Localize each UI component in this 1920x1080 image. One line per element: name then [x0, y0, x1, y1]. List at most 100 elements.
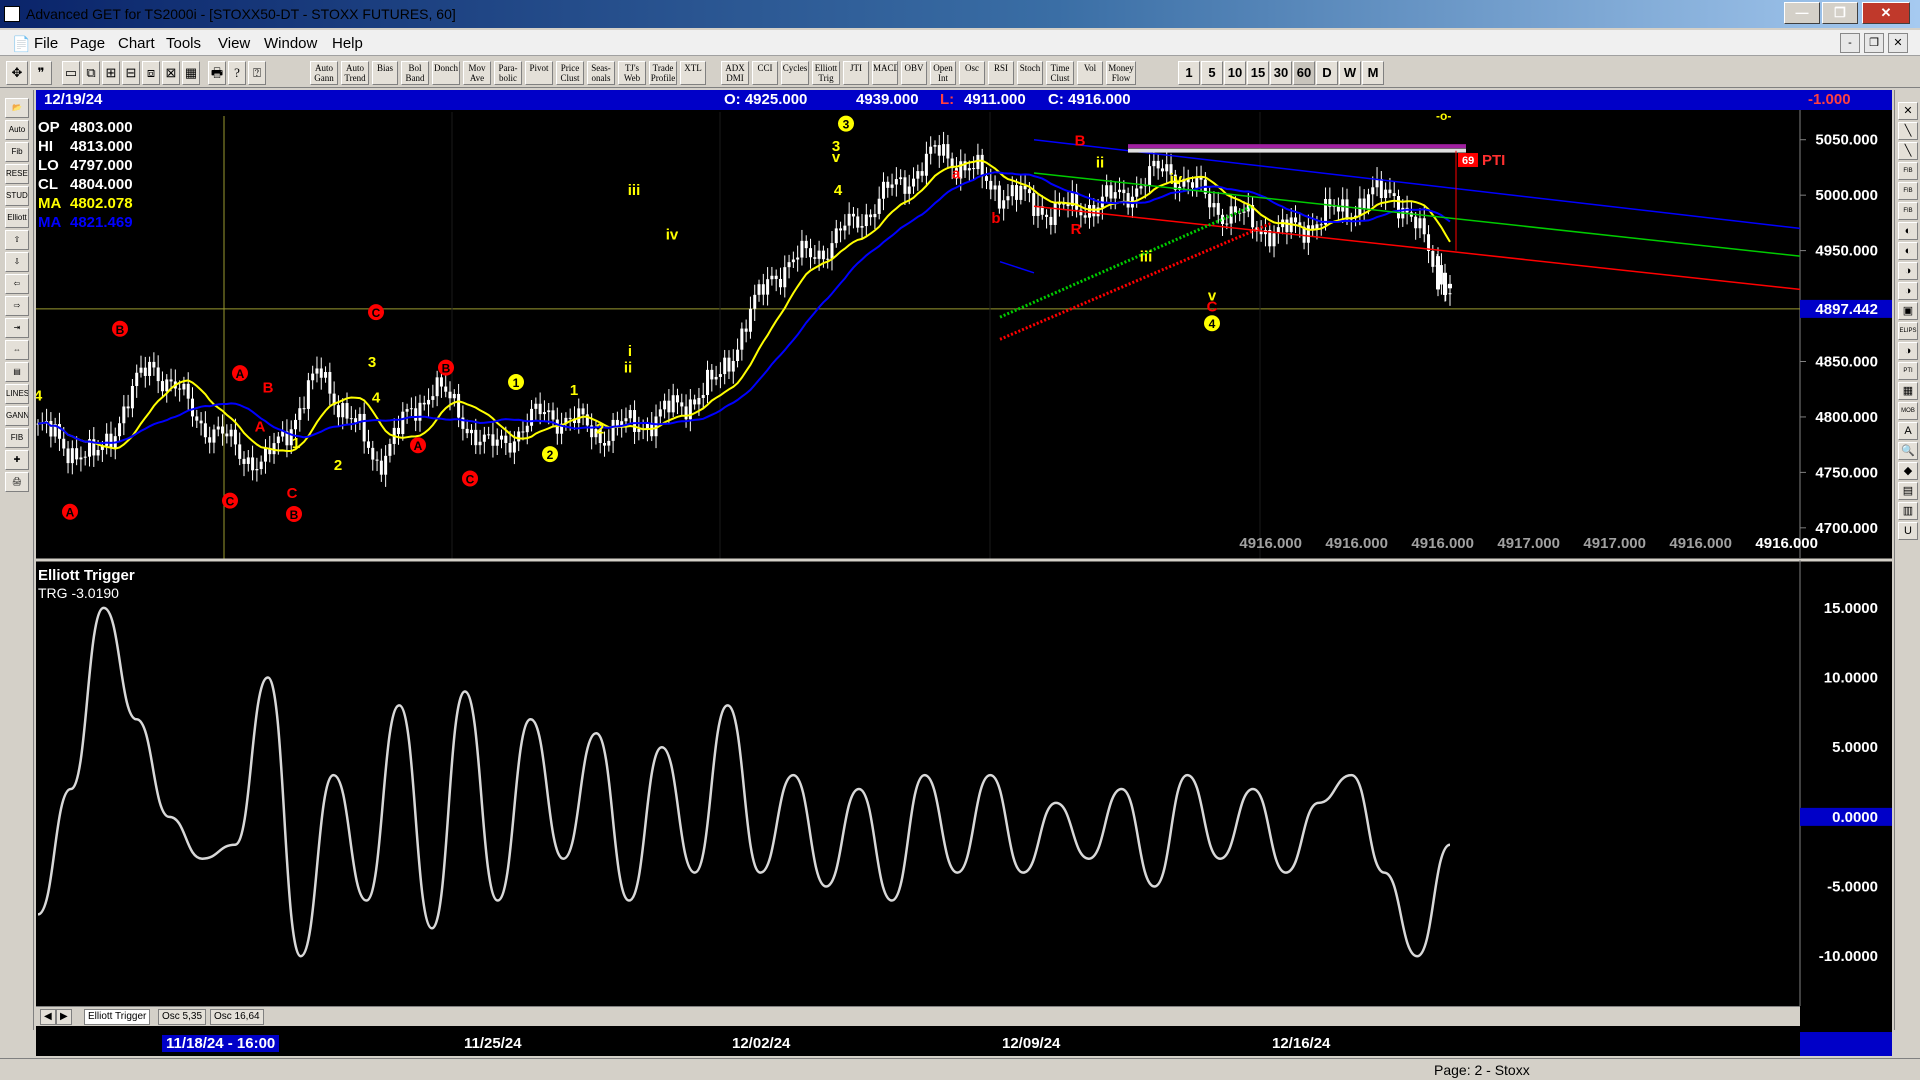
study-button[interactable]: XTL: [680, 61, 706, 85]
help-icon[interactable]: ?: [228, 61, 246, 85]
copy-icon[interactable]: ⧉: [82, 61, 100, 85]
menu-file[interactable]: File: [34, 35, 58, 52]
timeframe-button[interactable]: M: [1362, 61, 1384, 85]
study-button[interactable]: Elliott Trig: [812, 61, 840, 85]
study-button[interactable]: Para- bolic: [494, 61, 522, 85]
study-button[interactable]: MACD: [872, 61, 898, 85]
study-button[interactable]: RSI: [988, 61, 1014, 85]
menu-help[interactable]: Help: [332, 35, 363, 52]
right-tool-button[interactable]: ▣: [1898, 302, 1918, 320]
chart-area[interactable]: 12/19/24 O: 4925.000 4939.000 L: 4911.00…: [36, 90, 1892, 1050]
left-tool-button[interactable]: ⇨: [5, 296, 29, 316]
right-tool-button[interactable]: ▥: [1898, 502, 1918, 520]
chart-canvas[interactable]: 5050.000 5000.000 4950.000 4850.000 4800.000…: [36, 90, 1892, 1006]
menu-window[interactable]: Window: [264, 35, 317, 52]
tab-prev-button[interactable]: ◀: [40, 1009, 56, 1025]
study-button[interactable]: ADX DMI: [721, 61, 749, 85]
left-tool-button[interactable]: LINES: [5, 384, 29, 404]
left-tool-button[interactable]: Elliott: [5, 208, 29, 228]
left-tool-button[interactable]: STUDY: [5, 186, 29, 206]
maximize-button[interactable]: ❐: [1822, 2, 1858, 24]
new-page-icon[interactable]: ▭: [62, 61, 80, 85]
left-tool-button[interactable]: 📂: [5, 98, 29, 118]
timeframe-button[interactable]: 30: [1270, 61, 1292, 85]
study-button[interactable]: Trade Profile: [649, 61, 677, 85]
study-button[interactable]: Price Clust: [556, 61, 584, 85]
right-tool-button[interactable]: ◐: [1898, 242, 1918, 260]
study-button[interactable]: Time Clust: [1046, 61, 1074, 85]
timeframe-button[interactable]: 1: [1178, 61, 1200, 85]
print-icon[interactable]: 🖶: [208, 61, 226, 85]
study-button[interactable]: CCI: [752, 61, 778, 85]
open-icon[interactable]: ⊞: [102, 61, 120, 85]
study-button[interactable]: Vol: [1077, 61, 1103, 85]
right-tool-button[interactable]: FIB EXT: [1898, 182, 1918, 210]
right-tool-button[interactable]: ◐: [1898, 222, 1918, 240]
timeframe-button[interactable]: 10: [1224, 61, 1246, 85]
right-tool-button[interactable]: ▤: [1898, 482, 1918, 500]
mdi-minimize-button[interactable]: -: [1840, 33, 1860, 53]
left-tool-button[interactable]: ▤: [5, 362, 29, 382]
left-tool-button[interactable]: Fib: [5, 142, 29, 162]
menu-tools[interactable]: Tools: [166, 35, 201, 52]
study-button[interactable]: Mov Ave: [463, 61, 491, 85]
tab-osc-5-35[interactable]: Osc 5,35: [158, 1009, 207, 1025]
left-tool-button[interactable]: GANN: [5, 406, 29, 426]
tab-next-button[interactable]: ▶: [56, 1009, 72, 1025]
minimize-button[interactable]: —: [1784, 2, 1820, 24]
timeframe-button[interactable]: 5: [1201, 61, 1223, 85]
right-tool-button[interactable]: A: [1898, 422, 1918, 440]
study-button[interactable]: Bias: [372, 61, 398, 85]
cross-icon[interactable]: ⊠: [162, 61, 180, 85]
right-tool-button[interactable]: ▦: [1898, 382, 1918, 400]
left-tool-button[interactable]: 🖨: [5, 472, 29, 492]
study-button[interactable]: JTI: [843, 61, 869, 85]
right-tool-button[interactable]: ◑: [1898, 262, 1918, 280]
menu-view[interactable]: View: [218, 35, 250, 52]
study-button[interactable]: Open Int: [930, 61, 956, 85]
study-button[interactable]: Auto Trend: [341, 61, 369, 85]
layout-icon[interactable]: ▦: [182, 61, 200, 85]
study-button[interactable]: TJ's Web: [618, 61, 646, 85]
quote-icon[interactable]: ❞: [30, 61, 52, 85]
right-tool-button[interactable]: ◑: [1898, 342, 1918, 360]
study-button[interactable]: Donch: [432, 61, 460, 85]
tab-osc-16-64[interactable]: Osc 16,64: [210, 1009, 264, 1025]
right-tool-button[interactable]: 🔍: [1898, 442, 1918, 460]
left-tool-button[interactable]: ⇥: [5, 318, 29, 338]
study-button[interactable]: Pivot: [525, 61, 553, 85]
mdi-close-button[interactable]: ✕: [1888, 33, 1908, 53]
cascade-icon[interactable]: ⧈: [142, 61, 160, 85]
timeframe-button[interactable]: 60: [1293, 61, 1315, 85]
left-tool-button[interactable]: ⇦: [5, 274, 29, 294]
mdi-restore-button[interactable]: ❐: [1864, 33, 1884, 53]
close-button[interactable]: ✕: [1862, 2, 1910, 24]
menu-chart[interactable]: Chart: [118, 35, 155, 52]
left-tool-button[interactable]: ⇔: [5, 340, 29, 360]
right-tool-button[interactable]: ✕: [1898, 102, 1918, 120]
tab-elliott-trigger[interactable]: Elliott Trigger: [84, 1009, 151, 1025]
timeframe-button[interactable]: W: [1339, 61, 1361, 85]
left-tool-button[interactable]: RESET: [5, 164, 29, 184]
study-button[interactable]: OBV: [901, 61, 927, 85]
right-tool-button[interactable]: ╲: [1898, 142, 1918, 160]
study-button[interactable]: Money Flow: [1106, 61, 1136, 85]
cursor-tool-icon[interactable]: ✥: [6, 61, 28, 85]
study-button[interactable]: Auto Gann: [310, 61, 338, 85]
date-axis-scroll[interactable]: [1800, 1032, 1892, 1056]
study-button[interactable]: Seas- onals: [587, 61, 615, 85]
study-button[interactable]: Cycles: [781, 61, 809, 85]
right-tool-button[interactable]: MOB: [1898, 402, 1918, 420]
left-tool-button[interactable]: ⇧: [5, 230, 29, 250]
right-tool-button[interactable]: FIB RET: [1898, 162, 1918, 190]
right-tool-button[interactable]: FIB TIME: [1898, 202, 1918, 230]
right-tool-button[interactable]: ELIPS: [1898, 322, 1918, 340]
left-tool-button[interactable]: ⇩: [5, 252, 29, 272]
right-tool-button[interactable]: ◆: [1898, 462, 1918, 480]
right-tool-button[interactable]: U: [1898, 522, 1918, 540]
timeframe-button[interactable]: D: [1316, 61, 1338, 85]
context-help-icon[interactable]: ⍰: [248, 61, 266, 85]
tile-icon[interactable]: ⊟: [122, 61, 140, 85]
right-tool-button[interactable]: PTI: [1898, 362, 1918, 380]
right-tool-button[interactable]: ╲: [1898, 122, 1918, 140]
